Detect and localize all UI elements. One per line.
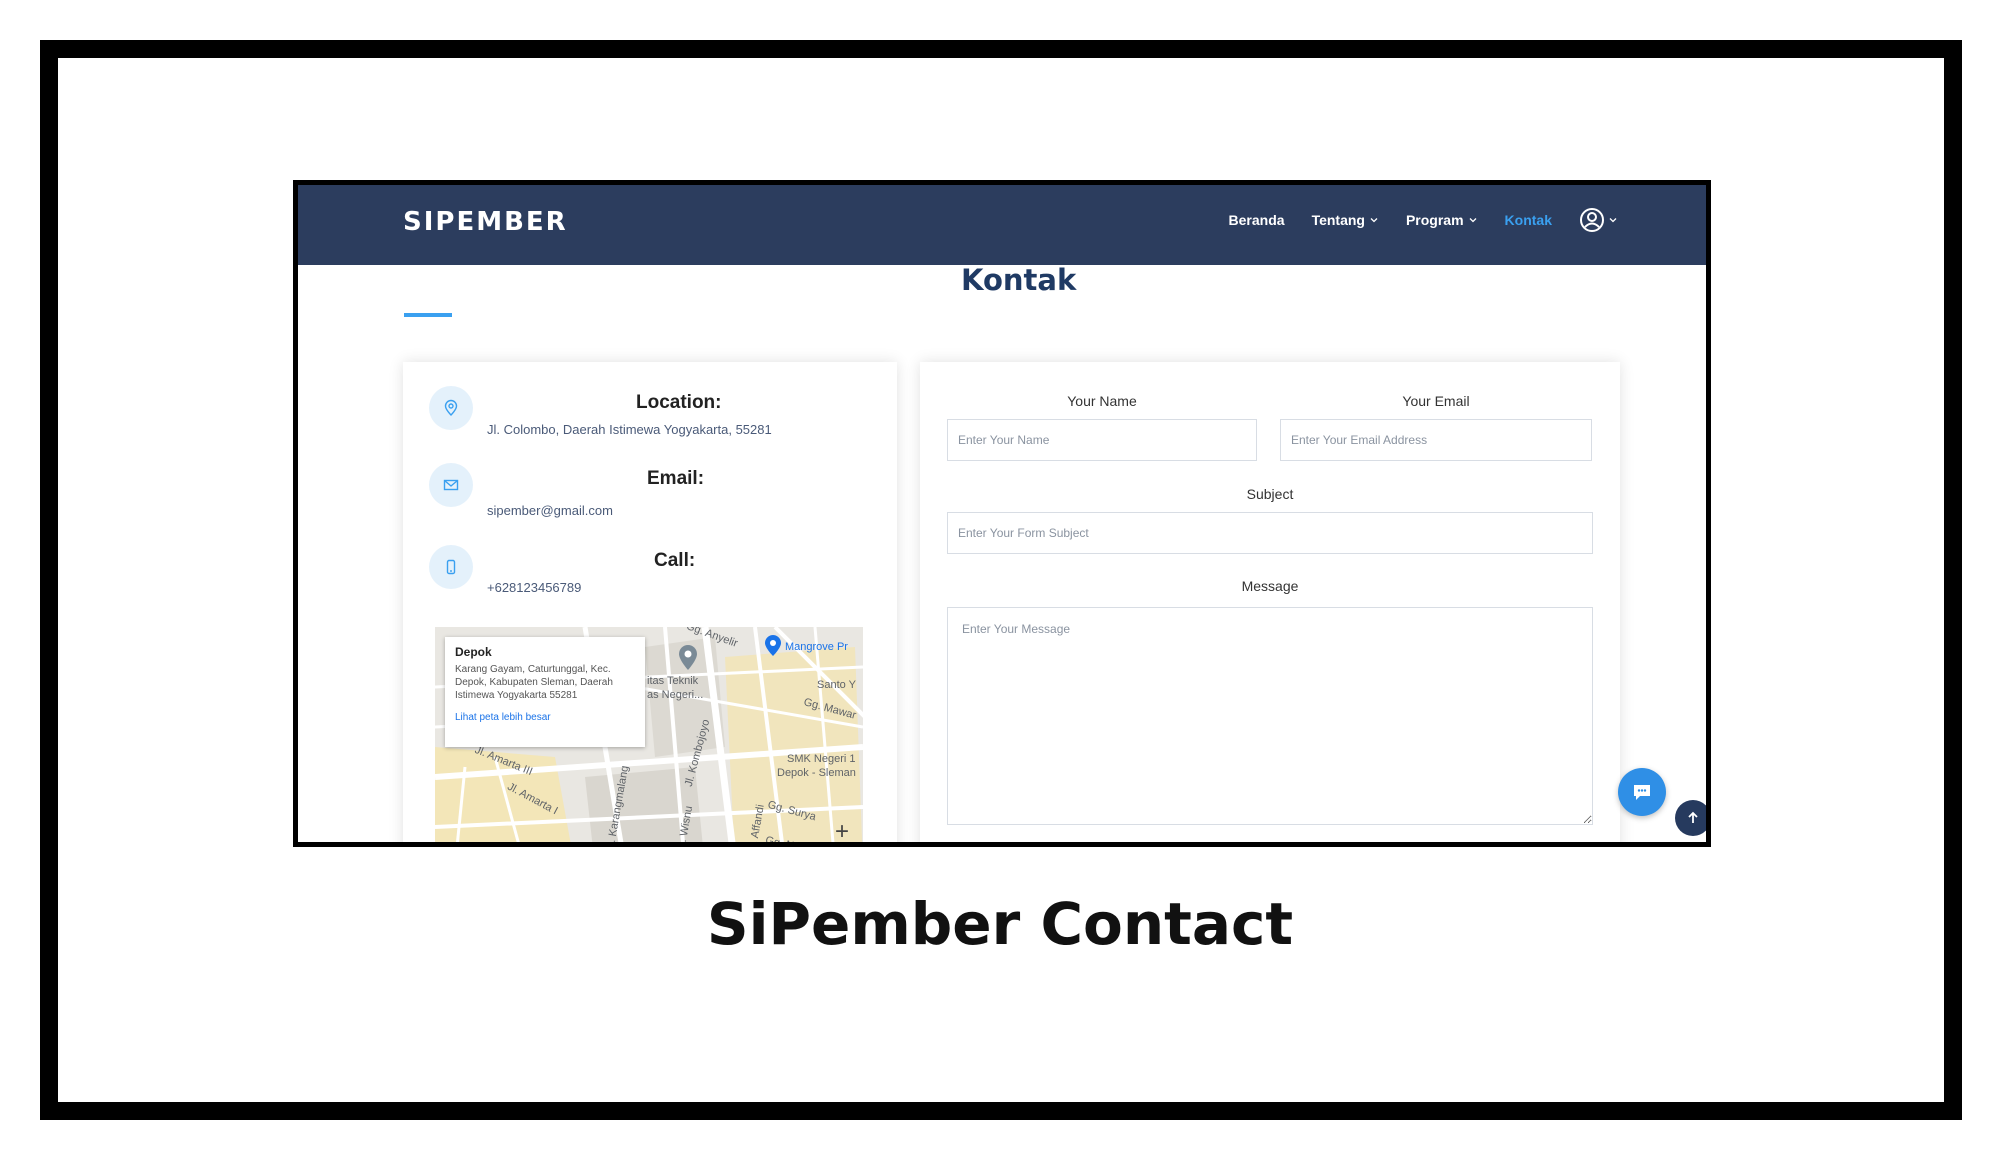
phone-icon <box>429 545 473 589</box>
email-label: Your Email <box>1402 393 1470 409</box>
email-heading: Email: <box>647 468 705 489</box>
main-nav: Beranda Tentang Program Kontak <box>1229 207 1618 233</box>
site-header: SIPEMBER Beranda Tentang Program Kontak <box>298 185 1706 265</box>
nav-kontak[interactable]: Kontak <box>1505 212 1552 228</box>
location-pin-icon <box>429 386 473 430</box>
nav-beranda-label: Beranda <box>1228 212 1285 228</box>
map-zoom-in-button[interactable]: + <box>827 817 857 842</box>
arrow-up-icon <box>1688 811 1698 823</box>
nav-tentang-label: Tentang <box>1311 212 1365 228</box>
nav-beranda[interactable]: Beranda <box>1229 212 1285 228</box>
chevron-down-icon <box>1609 218 1617 223</box>
page-title: Kontak <box>961 263 1077 297</box>
map-label: Mangrove Pr <box>785 641 848 653</box>
map-popup-address: Karang Gayam, Caturtunggal, Kec. Depok, … <box>455 664 613 701</box>
contact-info-card: Location: Jl. Colombo, Daerah Istimewa Y… <box>403 362 897 842</box>
contact-form-card: Your Name Your Email Subject Message <box>920 362 1620 842</box>
map-label: Depok - Sleman <box>777 767 856 779</box>
name-label: Your Name <box>1067 393 1137 409</box>
map-info-popup: Depok Karang Gayam, Caturtunggal, Kec. D… <box>445 637 645 747</box>
nav-program-label: Program <box>1405 212 1464 228</box>
map-label: as Negeri... <box>647 689 704 701</box>
title-underline <box>404 313 452 317</box>
map-place-icon[interactable] <box>764 635 782 657</box>
chat-button[interactable] <box>1618 768 1666 816</box>
website-screenshot: SIPEMBER Beranda Tentang Program Kontak <box>293 180 1711 847</box>
envelope-icon <box>429 463 473 507</box>
email-text[interactable]: sipember@gmail.com <box>487 503 613 518</box>
embedded-map[interactable]: Gg. Anyelir Mangrove Pr itas Teknik as N… <box>435 627 863 842</box>
map-label: itas Teknik <box>647 675 699 687</box>
site-logo[interactable]: SIPEMBER <box>403 207 568 237</box>
screenshot-caption: SiPember Contact <box>706 890 1294 958</box>
map-larger-link[interactable]: Lihat peta lebih besar <box>455 712 635 723</box>
chat-icon <box>1634 785 1650 800</box>
message-textarea[interactable] <box>947 607 1593 825</box>
chevron-down-icon <box>1469 218 1477 223</box>
call-text[interactable]: +628123456789 <box>487 580 581 595</box>
map-popup-title: Depok <box>455 645 492 659</box>
user-menu[interactable] <box>1579 207 1618 233</box>
chevron-down-icon <box>1370 218 1378 223</box>
name-input[interactable] <box>947 419 1257 461</box>
call-heading: Call: <box>654 550 696 571</box>
message-label: Message <box>1241 578 1299 594</box>
email-input[interactable] <box>1280 419 1592 461</box>
location-text: Jl. Colombo, Daerah Istimewa Yogyakarta,… <box>487 422 772 437</box>
map-label: SMK Negeri 1 <box>787 753 856 765</box>
nav-program[interactable]: Program <box>1406 212 1478 228</box>
user-circle-icon <box>1580 208 1604 232</box>
nav-tentang[interactable]: Tentang <box>1312 212 1379 228</box>
back-to-top-button[interactable] <box>1675 800 1706 836</box>
subject-label: Subject <box>1246 486 1294 502</box>
map-pin-icon[interactable] <box>677 645 699 671</box>
location-heading: Location: <box>636 392 722 413</box>
subject-input[interactable] <box>947 512 1593 554</box>
map-label: Santo Y <box>817 679 856 691</box>
nav-kontak-label: Kontak <box>1504 212 1552 228</box>
